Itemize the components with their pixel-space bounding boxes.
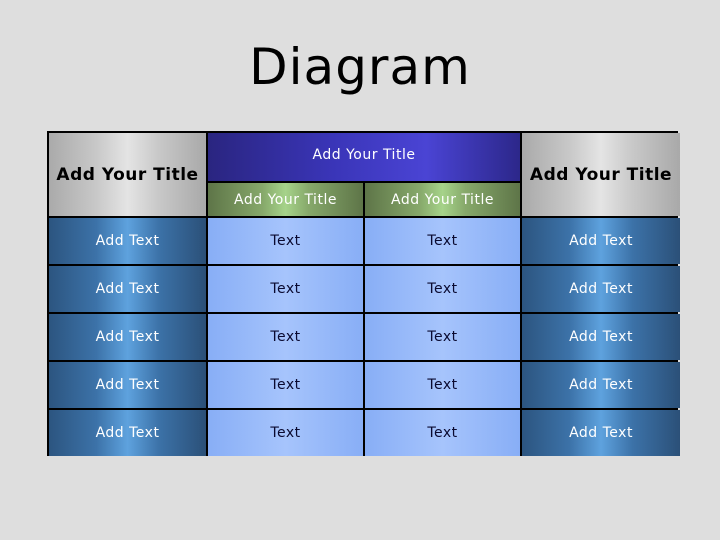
table-cell-row1-col2: Text: [208, 218, 363, 264]
table-cell-row3-col2: Text: [208, 314, 363, 360]
table-cell-row5-col2: Text: [208, 410, 363, 456]
table-cell-row3-col4: Add Text: [522, 314, 680, 360]
diagram-table: Add Your Title Add Your Title Add Your T…: [47, 131, 680, 456]
table-cell-row3-col3: Text: [365, 314, 520, 360]
group-header: Add Your Title: [208, 133, 520, 181]
table-cell-row4-col4: Add Text: [522, 362, 680, 408]
table-cell-row2-col1: Add Text: [49, 266, 206, 312]
table-cell-row1-col1: Add Text: [49, 218, 206, 264]
table-cell-row5-col3: Text: [365, 410, 520, 456]
table-cell-row5-col1: Add Text: [49, 410, 206, 456]
sub-header-2: Add Your Title: [365, 183, 520, 216]
left-column-header: Add Your Title: [49, 133, 206, 216]
table-cell-row4-col2: Text: [208, 362, 363, 408]
table-cell-row4-col1: Add Text: [49, 362, 206, 408]
page-title: Diagram: [249, 38, 471, 96]
table-cell-row3-col1: Add Text: [49, 314, 206, 360]
sub-header-1: Add Your Title: [208, 183, 363, 216]
table-cell-row2-col2: Text: [208, 266, 363, 312]
table-cell-row1-col3: Text: [365, 218, 520, 264]
table-cell-row4-col3: Text: [365, 362, 520, 408]
table-cell-row1-col4: Add Text: [522, 218, 680, 264]
table-cell-row2-col4: Add Text: [522, 266, 680, 312]
right-column-header: Add Your Title: [522, 133, 680, 216]
table-cell-row5-col4: Add Text: [522, 410, 680, 456]
table-cell-row2-col3: Text: [365, 266, 520, 312]
